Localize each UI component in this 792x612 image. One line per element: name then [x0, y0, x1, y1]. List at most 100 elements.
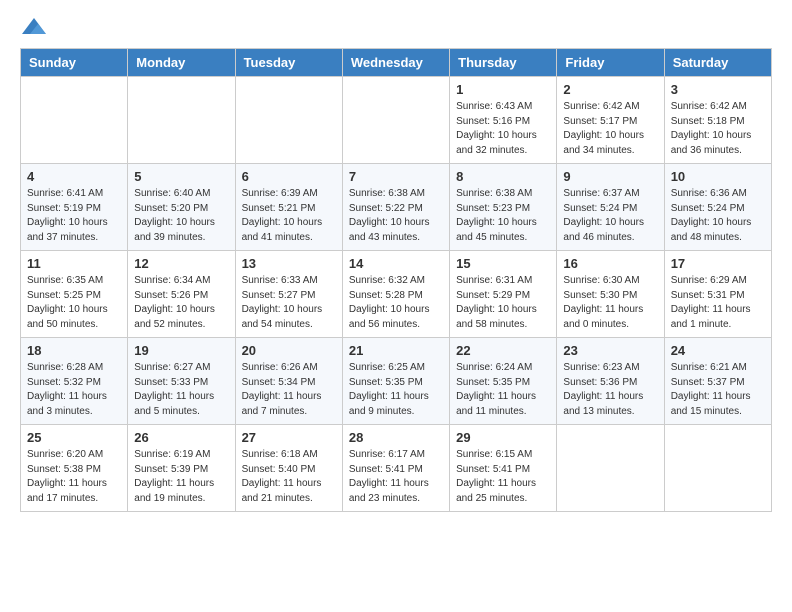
calendar-cell: 6 Sunrise: 6:39 AMSunset: 5:21 PMDaylight…: [235, 164, 342, 251]
calendar-week-row: 1 Sunrise: 6:43 AMSunset: 5:16 PMDaylight…: [21, 77, 772, 164]
day-number: 25: [27, 430, 121, 445]
day-number: 20: [242, 343, 336, 358]
day-info: Sunrise: 6:18 AMSunset: 5:40 PMDaylight:…: [242, 448, 336, 506]
calendar-cell: [128, 77, 235, 164]
calendar-cell: 1 Sunrise: 6:43 AMSunset: 5:16 PMDaylight…: [450, 77, 557, 164]
day-number: 8: [456, 169, 550, 184]
calendar-cell: 16 Sunrise: 6:30 AMSunset: 5:30 PMDayligh…: [557, 251, 664, 338]
day-number: 23: [563, 343, 657, 358]
calendar-cell: 21 Sunrise: 6:25 AMSunset: 5:35 PMDayligh…: [342, 338, 449, 425]
calendar-week-row: 4 Sunrise: 6:41 AMSunset: 5:19 PMDaylight…: [21, 164, 772, 251]
calendar-cell: 19Sunrise: 6:27 AMSunset: 5:33 PMDayligh…: [128, 338, 235, 425]
day-of-week-header: Sunday: [21, 49, 128, 77]
day-info: Sunrise: 6:29 AMSunset: 5:31 PMDaylight:…: [671, 274, 765, 332]
day-number: 1: [456, 82, 550, 97]
day-of-week-header: Monday: [128, 49, 235, 77]
day-number: 19: [134, 343, 228, 358]
day-info: Sunrise: 6:39 AMSunset: 5:21 PMDaylight:…: [242, 187, 336, 245]
day-info: Sunrise: 6:42 AMSunset: 5:17 PMDaylight:…: [563, 100, 657, 158]
day-info: Sunrise: 6:30 AMSunset: 5:30 PMDaylight:…: [563, 274, 657, 332]
calendar-cell: 22 Sunrise: 6:24 AMSunset: 5:35 PMDayligh…: [450, 338, 557, 425]
day-number: 29: [456, 430, 550, 445]
calendar-cell: 15 Sunrise: 6:31 AMSunset: 5:29 PMDayligh…: [450, 251, 557, 338]
calendar-cell: 23 Sunrise: 6:23 AMSunset: 5:36 PMDayligh…: [557, 338, 664, 425]
day-number: 6: [242, 169, 336, 184]
day-info: Sunrise: 6:24 AMSunset: 5:35 PMDaylight:…: [456, 361, 550, 419]
calendar-cell: 25 Sunrise: 6:20 AMSunset: 5:38 PMDayligh…: [21, 425, 128, 512]
day-info: Sunrise: 6:25 AMSunset: 5:35 PMDaylight:…: [349, 361, 443, 419]
calendar: SundayMondayTuesdayWednesdayThursdayFrid…: [20, 48, 772, 512]
day-number: 21: [349, 343, 443, 358]
calendar-cell: 14 Sunrise: 6:32 AMSunset: 5:28 PMDayligh…: [342, 251, 449, 338]
calendar-cell: 24 Sunrise: 6:21 AMSunset: 5:37 PMDayligh…: [664, 338, 771, 425]
header: [20, 16, 772, 38]
day-info: Sunrise: 6:15 AMSunset: 5:41 PMDaylight:…: [456, 448, 550, 506]
day-info: Sunrise: 6:28 AMSunset: 5:32 PMDaylight:…: [27, 361, 121, 419]
calendar-week-row: 11Sunrise: 6:35 AMSunset: 5:25 PMDayligh…: [21, 251, 772, 338]
day-number: 10: [671, 169, 765, 184]
calendar-cell: 20 Sunrise: 6:26 AMSunset: 5:34 PMDayligh…: [235, 338, 342, 425]
calendar-cell: 26Sunrise: 6:19 AMSunset: 5:39 PMDayligh…: [128, 425, 235, 512]
calendar-header-row: SundayMondayTuesdayWednesdayThursdayFrid…: [21, 49, 772, 77]
day-info: Sunrise: 6:40 AMSunset: 5:20 PMDaylight:…: [134, 187, 228, 245]
calendar-cell: [235, 77, 342, 164]
day-info: Sunrise: 6:43 AMSunset: 5:16 PMDaylight:…: [456, 100, 550, 158]
calendar-cell: 12 Sunrise: 6:34 AMSunset: 5:26 PMDayligh…: [128, 251, 235, 338]
day-info: Sunrise: 6:32 AMSunset: 5:28 PMDaylight:…: [349, 274, 443, 332]
calendar-cell: 9 Sunrise: 6:37 AMSunset: 5:24 PMDaylight…: [557, 164, 664, 251]
day-number: 22: [456, 343, 550, 358]
day-info: Sunrise: 6:37 AMSunset: 5:24 PMDaylight:…: [563, 187, 657, 245]
day-info: Sunrise: 6:41 AMSunset: 5:19 PMDaylight:…: [27, 187, 121, 245]
day-info: Sunrise: 6:23 AMSunset: 5:36 PMDaylight:…: [563, 361, 657, 419]
calendar-cell: [664, 425, 771, 512]
calendar-week-row: 18Sunrise: 6:28 AMSunset: 5:32 PMDayligh…: [21, 338, 772, 425]
calendar-cell: 7 Sunrise: 6:38 AMSunset: 5:22 PMDaylight…: [342, 164, 449, 251]
calendar-cell: 2 Sunrise: 6:42 AMSunset: 5:17 PMDaylight…: [557, 77, 664, 164]
day-number: 24: [671, 343, 765, 358]
day-info: Sunrise: 6:20 AMSunset: 5:38 PMDaylight:…: [27, 448, 121, 506]
day-number: 7: [349, 169, 443, 184]
day-number: 16: [563, 256, 657, 271]
day-info: Sunrise: 6:17 AMSunset: 5:41 PMDaylight:…: [349, 448, 443, 506]
day-info: Sunrise: 6:19 AMSunset: 5:39 PMDaylight:…: [134, 448, 228, 506]
calendar-cell: 8 Sunrise: 6:38 AMSunset: 5:23 PMDaylight…: [450, 164, 557, 251]
day-info: Sunrise: 6:34 AMSunset: 5:26 PMDaylight:…: [134, 274, 228, 332]
day-number: 4: [27, 169, 121, 184]
day-number: 5: [134, 169, 228, 184]
day-info: Sunrise: 6:33 AMSunset: 5:27 PMDaylight:…: [242, 274, 336, 332]
day-number: 13: [242, 256, 336, 271]
day-number: 28: [349, 430, 443, 445]
calendar-cell: 27 Sunrise: 6:18 AMSunset: 5:40 PMDayligh…: [235, 425, 342, 512]
calendar-cell: 18Sunrise: 6:28 AMSunset: 5:32 PMDayligh…: [21, 338, 128, 425]
day-number: 14: [349, 256, 443, 271]
calendar-cell: 4 Sunrise: 6:41 AMSunset: 5:19 PMDaylight…: [21, 164, 128, 251]
calendar-cell: [21, 77, 128, 164]
day-info: Sunrise: 6:26 AMSunset: 5:34 PMDaylight:…: [242, 361, 336, 419]
day-of-week-header: Friday: [557, 49, 664, 77]
day-of-week-header: Saturday: [664, 49, 771, 77]
day-number: 17: [671, 256, 765, 271]
logo-icon: [20, 16, 48, 38]
day-of-week-header: Wednesday: [342, 49, 449, 77]
day-info: Sunrise: 6:36 AMSunset: 5:24 PMDaylight:…: [671, 187, 765, 245]
calendar-week-row: 25 Sunrise: 6:20 AMSunset: 5:38 PMDayligh…: [21, 425, 772, 512]
day-info: Sunrise: 6:38 AMSunset: 5:23 PMDaylight:…: [456, 187, 550, 245]
calendar-cell: 17 Sunrise: 6:29 AMSunset: 5:31 PMDayligh…: [664, 251, 771, 338]
calendar-cell: 10 Sunrise: 6:36 AMSunset: 5:24 PMDayligh…: [664, 164, 771, 251]
day-info: Sunrise: 6:38 AMSunset: 5:22 PMDaylight:…: [349, 187, 443, 245]
day-info: Sunrise: 6:21 AMSunset: 5:37 PMDaylight:…: [671, 361, 765, 419]
day-number: 12: [134, 256, 228, 271]
day-number: 11: [27, 256, 121, 271]
day-of-week-header: Thursday: [450, 49, 557, 77]
day-of-week-header: Tuesday: [235, 49, 342, 77]
day-number: 15: [456, 256, 550, 271]
calendar-cell: [557, 425, 664, 512]
calendar-cell: [342, 77, 449, 164]
calendar-cell: 29 Sunrise: 6:15 AMSunset: 5:41 PMDayligh…: [450, 425, 557, 512]
day-info: Sunrise: 6:31 AMSunset: 5:29 PMDaylight:…: [456, 274, 550, 332]
day-number: 9: [563, 169, 657, 184]
day-number: 27: [242, 430, 336, 445]
day-number: 2: [563, 82, 657, 97]
calendar-cell: 28 Sunrise: 6:17 AMSunset: 5:41 PMDayligh…: [342, 425, 449, 512]
calendar-cell: 11Sunrise: 6:35 AMSunset: 5:25 PMDayligh…: [21, 251, 128, 338]
